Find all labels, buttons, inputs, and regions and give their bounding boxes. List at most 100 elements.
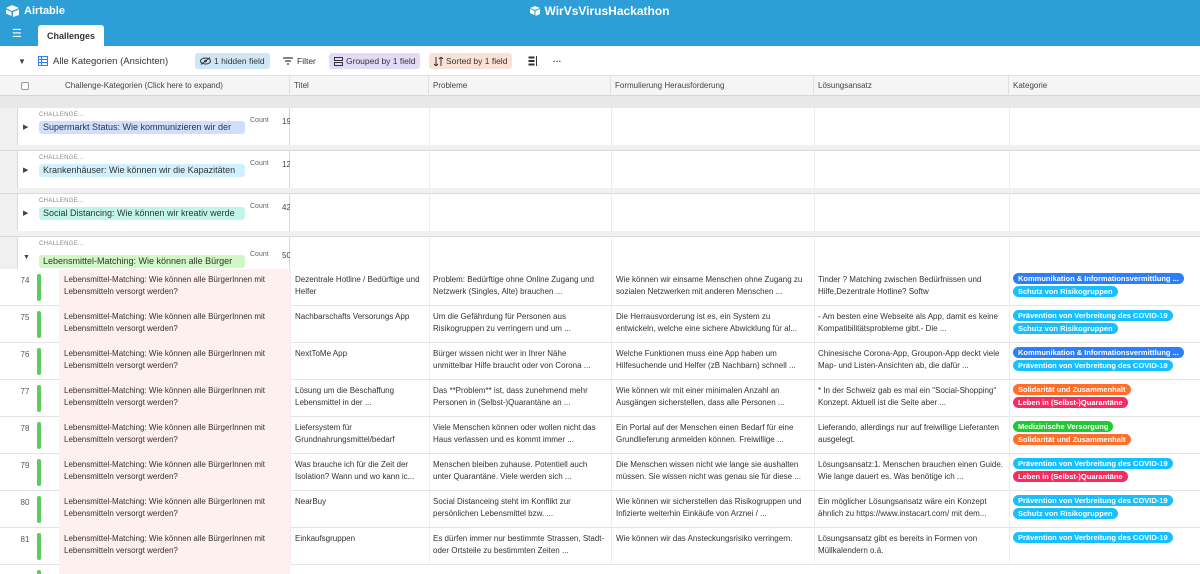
cell-formulierung[interactable]: Wie können wir das Ansteckungsrisiko ver… [616,533,814,561]
tab-challenges[interactable]: Challenges [38,25,104,46]
sort-button[interactable]: Sorted by 1 field [429,53,513,69]
cell-kategorien-text: Lebensmittel-Matching: Wie können alle B… [64,349,265,370]
chevron-right-icon[interactable]: ▶ [23,166,28,174]
cell-kategorien[interactable]: Lebensmittel-Matching: Wie können alle B… [64,274,290,302]
cell-kategorien-text: Lebensmittel-Matching: Wie können alle B… [64,386,265,407]
cell-titel[interactable]: NextToMe App [295,348,429,376]
cell-probleme-text: Um die Gefährdung für Personen aus Risik… [433,312,571,333]
sidebar-toggle-icon[interactable]: ▼ [18,53,26,69]
cell-formulierung[interactable]: Ein Portal auf der Menschen einen Bedarf… [616,422,814,450]
sort-icon [434,56,443,66]
table-row[interactable]: 76 Lebensmittel-Matching: Wie können all… [0,343,1200,380]
table-row[interactable]: 79 Lebensmittel-Matching: Wie können all… [0,454,1200,491]
column-header-loesung[interactable]: Lösungsansatz [814,76,1009,96]
view-name: Alle Kategorien (Ansichten) [53,55,169,67]
hidden-fields-label: 1 hidden field [214,56,265,66]
cell-kategorien[interactable]: Lebensmittel-Matching: Wie können alle B… [64,459,290,487]
filter-icon [283,57,293,65]
cell-formulierung-text: Wie können wir das Ansteckungsrisiko ver… [616,534,793,543]
cell-formulierung[interactable]: Wie können wir sicherstellen das Risikog… [616,496,814,524]
cell-titel-text: Lösung um die Beschaffung Lebensmittel i… [295,386,395,407]
cell-loesung[interactable]: Tinder ? Matching zwischen Bedürfnissen … [818,274,1009,302]
cell-loesung[interactable]: * In der Schweiz gab es mal ein "Social-… [818,385,1009,413]
cell-loesung[interactable]: Chinesische Corona-App, Groupon-App deck… [818,348,1009,376]
cell-titel[interactable]: Was brauche ich für die Zeit der Isolati… [295,459,429,487]
cell-formulierung[interactable]: Welche Funktionen muss eine App haben um… [616,348,814,376]
cell-kategorien[interactable]: Lebensmittel-Matching: Wie können alle B… [64,348,290,376]
group-title: Social Distancing: Wie können wir kreati… [39,207,245,220]
group-header[interactable]: ▶ CHALLENGE... Supermarkt Status: Wie ko… [0,108,1200,151]
cell-probleme[interactable]: Problem: Bedürftige ohne Online Zugang u… [433,274,611,302]
chevron-down-icon[interactable]: ▼ [23,254,30,261]
table-row[interactable]: 81 Lebensmittel-Matching: Wie können all… [0,528,1200,565]
column-header-titel[interactable]: Titel [290,76,429,96]
table-row[interactable]: 77 Lebensmittel-Matching: Wie können all… [0,380,1200,417]
table-row[interactable]: 80 Lebensmittel-Matching: Wie können all… [0,491,1200,528]
cell-titel[interactable]: Lösung um die Beschaffung Lebensmittel i… [295,385,429,413]
cell-loesung[interactable]: Lösungsansatz:1. Menschen brauchen einen… [818,459,1009,487]
cell-probleme-text: Bürger wissen nicht wer in Ihrer Nähe un… [433,349,591,370]
column-header-kategorie[interactable]: Kategorie [1009,76,1200,96]
cell-probleme[interactable]: Social Distanceing steht im Konflikt zur… [433,496,611,524]
sort-label: Sorted by 1 field [446,56,508,66]
cell-loesung[interactable]: Lieferando, allerdings nur auf freiwilli… [818,422,1009,450]
category-chip: Leben in (Selbst-)Quarantäne [1013,471,1128,482]
filter-button[interactable]: Filter [283,53,316,69]
cell-formulierung[interactable]: Die Menschen wissen nicht wie lange sie … [616,459,814,487]
cell-kategorien[interactable]: Lebensmittel-Matching: Wie können alle B… [64,311,290,339]
column-header-kategorien[interactable]: Challenge-Kategorien (Click here to expa… [59,76,290,96]
cell-titel[interactable]: NearBuy [295,496,429,524]
cell-kategorien[interactable]: Lebensmittel-Matching: Wie können alle B… [64,422,290,450]
more-options-button[interactable]: ··· [553,53,562,69]
base-title-text: WirVsVirusHackathon [544,4,670,18]
group-label: Grouped by 1 field [346,56,416,66]
table-row[interactable]: 78 Lebensmittel-Matching: Wie können all… [0,417,1200,454]
group-header[interactable]: ▶ CHALLENGE... Krankenhäuser: Wie können… [0,151,1200,194]
cell-loesung[interactable]: - Am besten eine Webseite als App, damit… [818,311,1009,339]
cell-loesung[interactable]: Lösungsansatz gibt es bereits in Formen … [818,533,1009,561]
cell-titel[interactable]: Nachbarschafts Versorungs App [295,311,429,339]
cell-probleme[interactable]: Um die Gefährdung für Personen aus Risik… [433,311,611,339]
view-switcher[interactable]: Alle Kategorien (Ansichten) [38,53,168,69]
row-number: 77 [20,387,30,396]
cell-formulierung-text: Ein Portal auf der Menschen einen Bedarf… [616,423,794,444]
group-title: Krankenhäuser: Wie können wir die Kapazi… [39,164,245,177]
cell-kategorien[interactable]: Lebensmittel-Matching: Wie können alle B… [64,496,290,524]
hidden-fields-button[interactable]: 1 hidden field [195,53,270,69]
cell-loesung[interactable]: Ein möglicher Lösungsansatz wäre ein Kon… [818,496,1009,524]
cell-formulierung[interactable]: Die Herrausvorderung ist es, ein System … [616,311,814,339]
column-header-formulierung[interactable]: Formulierung Herausforderung [611,76,814,96]
row-color-indicator [37,533,41,560]
select-all-checkbox[interactable] [21,82,29,90]
cell-titel[interactable]: Liefersystem für Grundnahrungsmittel/bed… [295,422,429,450]
table-row[interactable]: 74 Lebensmittel-Matching: Wie können all… [0,269,1200,306]
cell-titel[interactable]: Einkaufsgruppen [295,533,429,561]
cell-titel-text: Liefersystem für Grundnahrungsmittel/bed… [295,423,395,444]
cell-probleme[interactable]: Bürger wissen nicht wer in Ihrer Nähe un… [433,348,611,376]
chevron-right-icon[interactable]: ▶ [23,123,28,131]
group-header[interactable]: ▶ CHALLENGE... Social Distancing: Wie kö… [0,194,1200,237]
filter-label: Filter [297,56,316,66]
base-icon [530,6,541,16]
cell-formulierung[interactable]: Wie können wir mit einer minimalen Anzah… [616,385,814,413]
cell-probleme[interactable]: Das **Problem** ist, dass zunehmend mehr… [433,385,611,413]
table-row[interactable]: 75 Lebensmittel-Matching: Wie können all… [0,306,1200,343]
column-header-probleme[interactable]: Probleme [429,76,611,96]
cell-probleme[interactable]: Menschen bleiben zuhause. Potentiell auc… [433,459,611,487]
cell-kategorien[interactable]: Lebensmittel-Matching: Wie können alle B… [64,385,290,413]
cell-kategorien[interactable]: Lebensmittel-Matching: Wie können alle B… [64,533,290,561]
cell-titel[interactable]: Dezentrale Hotline / Bedürftige und Helf… [295,274,429,302]
table-row-partial[interactable] [0,565,1200,574]
category-chip: Prävention von Verbreitung des COVID-19 [1013,458,1173,469]
cell-probleme[interactable]: Viele Menschen können oder wollen nicht … [433,422,611,450]
group-button[interactable]: Grouped by 1 field [329,53,421,69]
row-height-button[interactable] [528,53,538,69]
chevron-right-icon[interactable]: ▶ [23,209,28,217]
base-title[interactable]: WirVsVirusHackathon [0,4,1200,19]
cell-formulierung[interactable]: Wie können wir einsame Menschen ohne Zug… [616,274,814,302]
cell-probleme-text: Social Distanceing steht im Konflikt zur… [433,497,571,518]
row-color-indicator [37,496,41,523]
cell-probleme-text: Es dürfen immer nur bestimmte Strassen, … [433,534,605,555]
menu-icon[interactable]: ☰ [12,27,22,40]
cell-probleme[interactable]: Es dürfen immer nur bestimmte Strassen, … [433,533,611,561]
